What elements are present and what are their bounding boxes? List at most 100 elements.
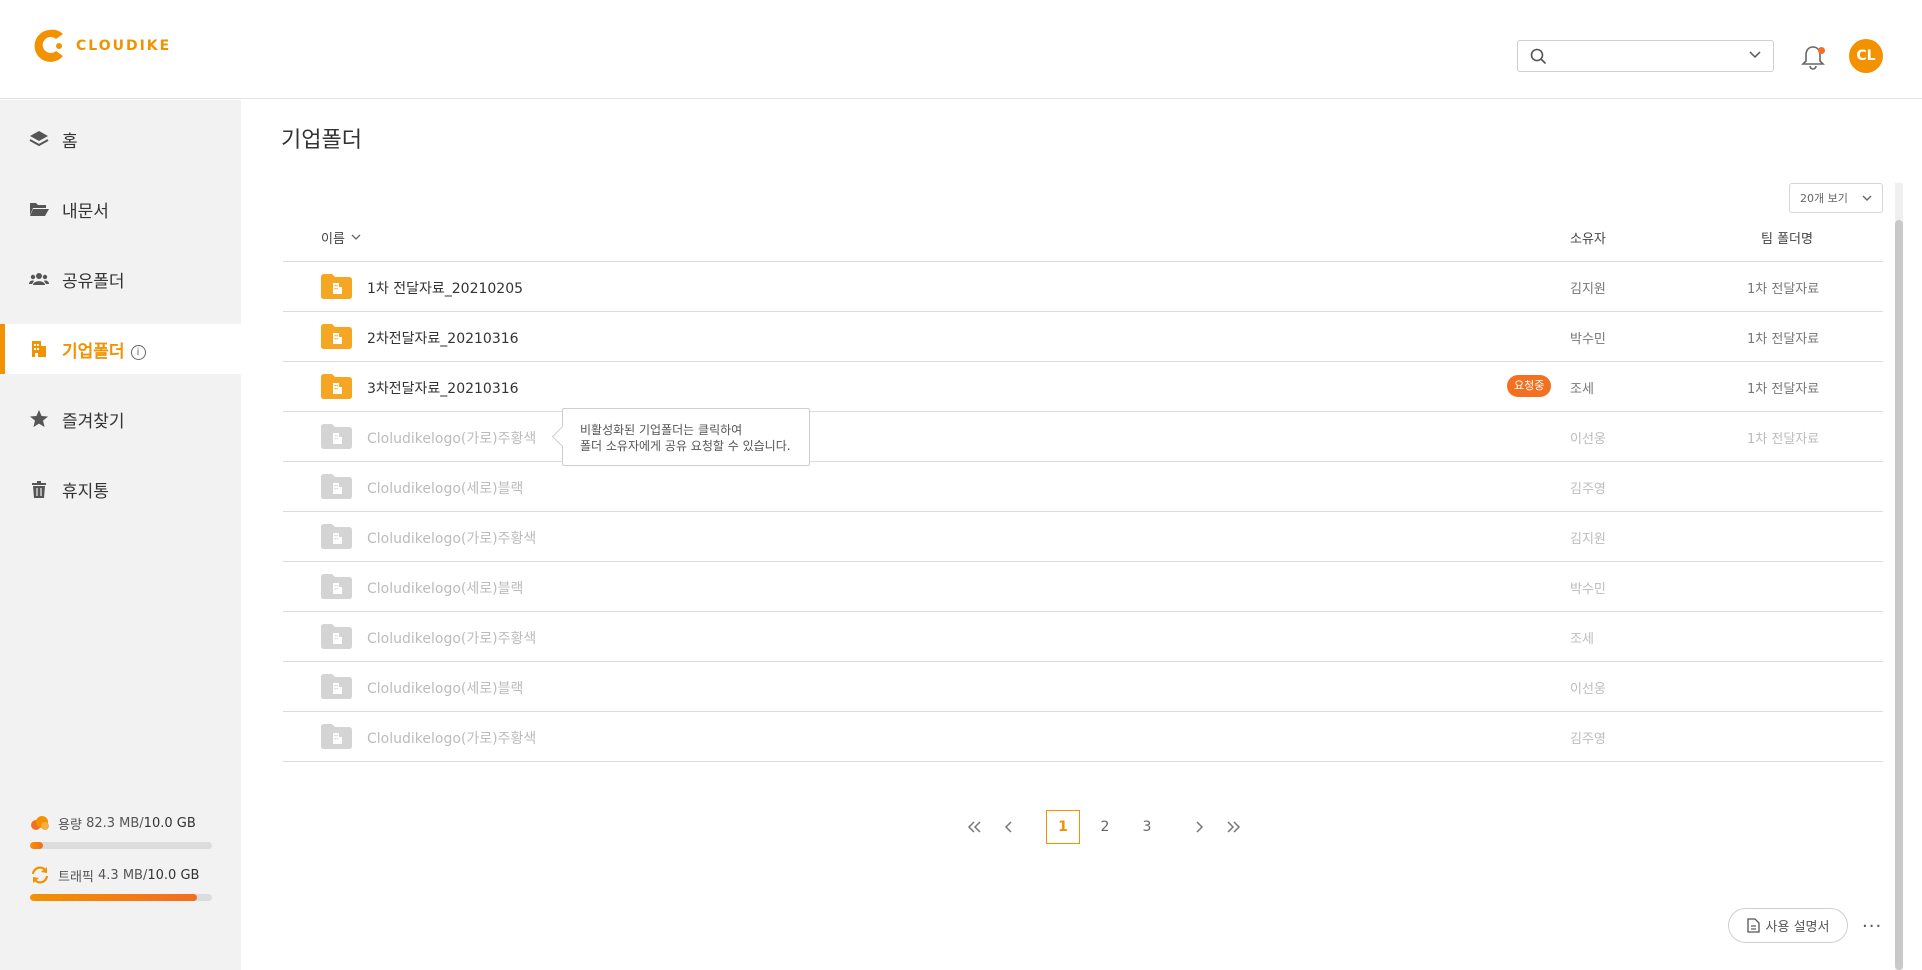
top-header: CLOUDIKE CL	[0, 0, 1922, 99]
table-row[interactable]: Cloludikelogo(가로)주황색 김지원	[283, 512, 1883, 562]
scrollbar-thumb[interactable]	[1895, 220, 1903, 970]
traffic-progress-bar	[30, 894, 212, 901]
cloudike-logo-icon	[34, 29, 63, 62]
folder-name: 1차 전달자료_20210205	[367, 281, 524, 297]
folder-table: 이름 소유자 팀 폴더명 1차 전달자료_20210205 김지원 1차 전달자료 2…	[283, 220, 1883, 762]
team-folder-name: 1차 전달자료	[1747, 432, 1820, 447]
previous-page-button[interactable]	[992, 810, 1026, 844]
search-box[interactable]	[1517, 40, 1774, 72]
sidebar-item-my-documents[interactable]: 내문서	[0, 184, 241, 234]
traffic-progress-fill	[30, 894, 198, 901]
folder-owner: 김주영	[1570, 732, 1606, 747]
traffic-total: 10.0 GB	[147, 867, 200, 883]
sidebar-item-home[interactable]: 홈	[0, 114, 241, 164]
notification-dot	[1818, 47, 1825, 54]
users-icon	[29, 273, 49, 285]
tooltip-line: 폴더 소유자에게 공유 요청할 수 있습니다.	[580, 439, 791, 453]
first-page-button[interactable]	[958, 810, 992, 844]
enterprise-folder-icon	[321, 324, 352, 349]
folder-open-icon	[30, 203, 49, 216]
column-header-team-folder: 팀 폴더명	[1761, 232, 1813, 247]
table-row[interactable]: 3차전달자료_20210316 요청중 조세 1차 전달자료	[283, 362, 1883, 412]
storage-progress-fill	[30, 842, 43, 849]
info-icon[interactable]: i	[130, 344, 146, 360]
enterprise-folder-icon	[321, 574, 352, 599]
page-number-button[interactable]: 3	[1130, 810, 1164, 844]
folder-owner: 김주영	[1570, 482, 1606, 497]
page-size-select[interactable]: 20개 보기	[1789, 183, 1883, 213]
chevron-down-icon[interactable]	[1749, 51, 1761, 59]
disabled-folder-tooltip: 비활성화된 기업폴더는 클릭하여 폴더 소유자에게 공유 요청할 수 있습니다.	[562, 408, 810, 466]
user-manual-button[interactable]: 사용 설명서	[1728, 908, 1848, 943]
sync-icon	[31, 866, 49, 884]
table-row[interactable]: 2차전달자료_20210316 박수민 1차 전달자료	[283, 312, 1883, 362]
enterprise-folder-icon	[321, 724, 352, 749]
sidebar-item-enterprise-folders[interactable]: 기업폴더 i	[0, 324, 241, 374]
folder-owner: 이선웅	[1570, 432, 1606, 447]
storage-cloud-icon	[31, 816, 49, 830]
last-page-button[interactable]	[1216, 810, 1250, 844]
sidebar-item-label: 기업폴더 i	[62, 337, 146, 362]
sidebar-item-shared-folders[interactable]: 공유폴더	[0, 254, 241, 304]
folder-owner: 김지원	[1570, 532, 1606, 547]
chevron-down-icon	[1862, 195, 1872, 201]
table-row[interactable]: 1차 전달자료_20210205 김지원 1차 전달자료	[283, 262, 1883, 312]
brand-logo[interactable]: CLOUDIKE	[30, 26, 171, 66]
layers-icon	[29, 131, 49, 147]
enterprise-folder-icon	[321, 674, 352, 699]
table-row[interactable]: Cloludikelogo(가로)주황색 이선웅 1차 전달자료	[283, 412, 1883, 462]
tooltip-line: 비활성화된 기업폴더는 클릭하여	[580, 423, 743, 437]
traffic-used: 4.3 MB	[98, 867, 143, 883]
trash-icon	[32, 481, 46, 498]
sidebar-item-label: 홈	[62, 131, 78, 152]
search-input[interactable]	[1556, 45, 1736, 67]
star-icon	[30, 410, 48, 427]
document-icon	[1746, 918, 1760, 933]
pagination: 123	[958, 810, 1250, 844]
double-chevron-right-icon	[1227, 821, 1241, 833]
sidebar-item-trash[interactable]: 휴지통	[0, 464, 241, 514]
column-header-name[interactable]: 이름	[321, 228, 361, 247]
sidebar-item-favorites[interactable]: 즐겨찾기	[0, 394, 241, 444]
table-header: 이름 소유자 팀 폴더명	[283, 220, 1883, 262]
table-row[interactable]: Cloludikelogo(세로)블랙 이선웅	[283, 662, 1883, 712]
folder-name: Cloludikelogo(가로)주황색	[367, 431, 537, 447]
folder-owner: 박수민	[1570, 582, 1606, 597]
team-folder-name: 1차 전달자료	[1747, 282, 1820, 297]
sidebar-item-label: 내문서	[62, 201, 109, 222]
avatar[interactable]: CL	[1849, 39, 1883, 73]
storage-usage: 용량 82.3 MB / 10.0 GB	[30, 812, 212, 849]
column-header-owner: 소유자	[1570, 232, 1606, 247]
team-folder-name: 1차 전달자료	[1747, 332, 1820, 347]
table-row[interactable]: Cloludikelogo(세로)블랙 박수민	[283, 562, 1883, 612]
page-number-button[interactable]: 2	[1088, 810, 1122, 844]
storage-label: 용량	[58, 817, 82, 833]
traffic-label: 트래픽	[58, 869, 94, 885]
chevron-right-icon	[1196, 821, 1204, 833]
table-row[interactable]: Cloludikelogo(가로)주황색 조세	[283, 612, 1883, 662]
page-numbers: 123	[1046, 810, 1172, 844]
table-row[interactable]: Cloludikelogo(가로)주황색 김주영	[283, 712, 1883, 762]
folder-name: Cloludikelogo(가로)주황색	[367, 731, 537, 747]
sidebar: 홈 내문서 공유폴더 기업폴더 i 즐겨찾기 휴지통 용량 82.3 MB / …	[0, 100, 241, 970]
enterprise-folder-icon	[321, 524, 352, 549]
building-icon	[32, 341, 46, 357]
folder-owner: 조세	[1570, 632, 1594, 647]
traffic-usage: 트래픽 4.3 MB / 10.0 GB	[30, 864, 212, 901]
page-title: 기업폴더	[281, 128, 362, 153]
folder-name: Cloludikelogo(세로)블랙	[367, 681, 524, 697]
next-page-button[interactable]	[1182, 810, 1216, 844]
folder-name: Cloludikelogo(세로)블랙	[367, 581, 524, 597]
folder-name: 2차전달자료_20210316	[367, 331, 519, 347]
enterprise-folder-icon	[321, 374, 352, 399]
folder-owner: 조세	[1570, 382, 1594, 397]
more-options-button[interactable]: ···	[1862, 916, 1882, 937]
table-row[interactable]: Cloludikelogo(세로)블랙 김주영	[283, 462, 1883, 512]
page-number-button[interactable]: 1	[1046, 810, 1080, 844]
notification-button[interactable]	[1799, 43, 1827, 71]
requesting-badge: 요청중	[1507, 375, 1552, 397]
sidebar-item-label: 휴지통	[62, 481, 109, 502]
brand-name: CLOUDIKE	[76, 38, 172, 54]
page-size-label: 20개 보기	[1800, 192, 1848, 205]
user-manual-label: 사용 설명서	[1765, 920, 1830, 935]
